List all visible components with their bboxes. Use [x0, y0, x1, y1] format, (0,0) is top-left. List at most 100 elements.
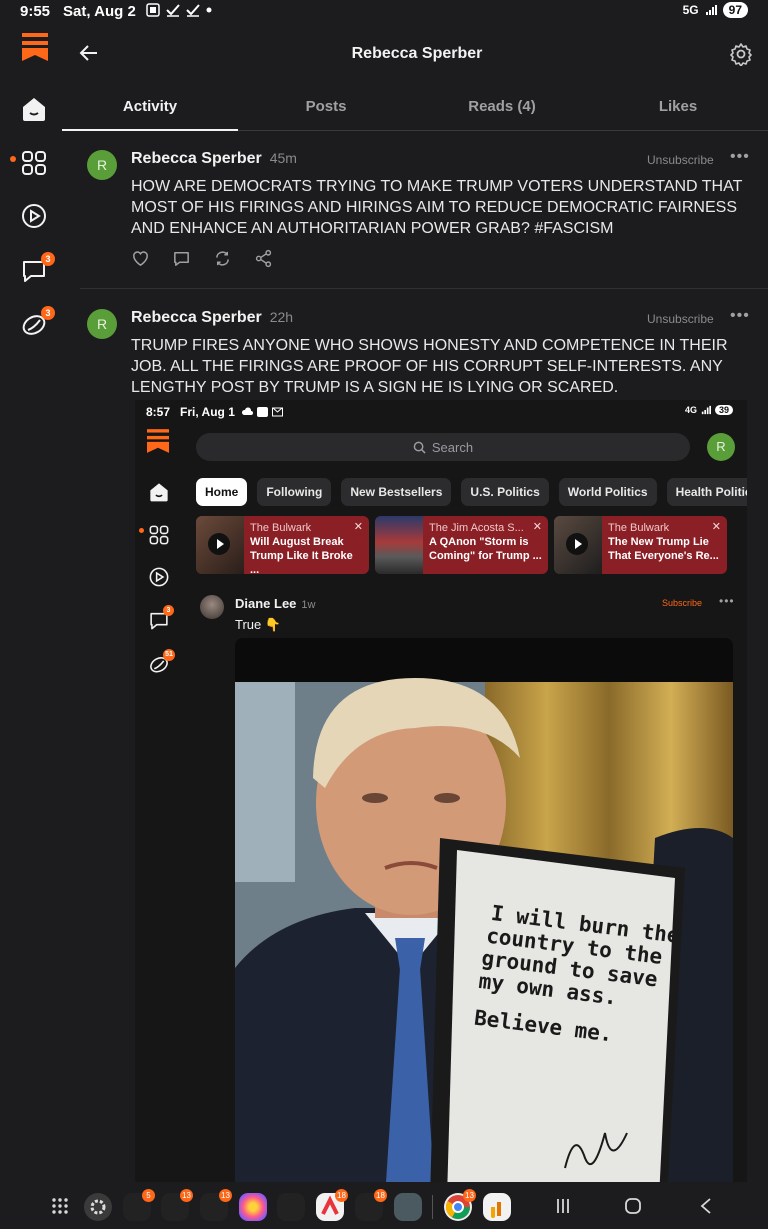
news-app-icon[interactable]: 18 [316, 1189, 348, 1221]
chip-home: Home [196, 478, 248, 506]
system-back-icon[interactable] [698, 1197, 714, 1215]
post-time: 45m [269, 150, 297, 166]
app-badge: 18 [335, 1189, 348, 1202]
status-notification-icons [146, 3, 212, 17]
analytics-app-icon[interactable] [483, 1193, 511, 1221]
more-options-button[interactable]: ••• [730, 148, 750, 166]
search-placeholder: Search [431, 439, 474, 455]
category-chips: Home Following New Bestsellers U.S. Poli… [196, 478, 747, 506]
activity-badge: 51 [163, 649, 175, 661]
app-badge: 13 [219, 1189, 232, 1202]
gear-icon[interactable] [729, 42, 753, 66]
chip-world-politics: World Politics [558, 478, 657, 506]
card-title: The New Trump Lie That Everyone's Re... [608, 536, 719, 562]
embedded-screenshot-image[interactable]: 8:57 Fri, Aug 1 4G 39 3 51 Search R Home [135, 400, 747, 1182]
profile-tabs: Activity Posts Reads (4) Likes [62, 98, 768, 131]
close-icon: ✕ [353, 521, 363, 533]
author-name[interactable]: Rebecca Sperber [131, 309, 262, 326]
embedded-status-time: 8:57 [146, 405, 171, 419]
tab-likes[interactable]: Likes [590, 98, 766, 130]
card-thumbnail [375, 516, 423, 574]
chip-following: Following [257, 478, 332, 506]
play-icon [566, 533, 588, 555]
subscribe-button: Subscribe [662, 598, 703, 608]
card-thumbnail [196, 516, 244, 574]
more-options-button[interactable]: ••• [730, 307, 750, 325]
meme-photo-illustration: I will burn the country to the ground to… [235, 638, 733, 1182]
screenshot-icon [146, 3, 160, 17]
activity-icon[interactable]: 3 [20, 306, 55, 340]
check-icon [166, 4, 180, 17]
divider [80, 288, 768, 289]
app-folder-icon[interactable]: 5 [123, 1189, 155, 1221]
app-notification-icon [257, 407, 268, 417]
page-title: Rebecca Sperber [351, 45, 483, 62]
substack-logo-icon [147, 429, 169, 453]
app-drawer-icon[interactable] [50, 1196, 70, 1216]
share-icon[interactable] [254, 249, 273, 268]
settings-app-icon[interactable] [84, 1193, 112, 1221]
post-actions [131, 249, 273, 268]
status-time: 9:55 [20, 3, 51, 20]
note-text: True 👇 [235, 617, 282, 632]
note-photo: I will burn the country to the ground to… [235, 638, 733, 1182]
activity-badge: 3 [41, 306, 55, 320]
mail-icon [272, 407, 283, 417]
video-card: The Jim Acosta S... A QAnon "Storm is Co… [375, 516, 548, 574]
avatar[interactable]: R [87, 150, 117, 180]
app-folder-icon[interactable]: 18 [355, 1189, 387, 1221]
chip-us-politics: U.S. Politics [461, 478, 549, 506]
chip-health-politics: Health Politic [666, 478, 747, 506]
tab-posts[interactable]: Posts [238, 98, 414, 130]
author-name: Diane Lee [235, 596, 297, 611]
status-date: Sat, Aug 2 [63, 3, 136, 20]
home-icon [148, 481, 170, 503]
chat-icon[interactable]: 3 [20, 252, 55, 286]
video-card: The Bulwark The New Trump Lie That Every… [554, 516, 727, 574]
feed-grid-icon [148, 524, 170, 546]
search-bar: Search [196, 433, 690, 461]
tab-reads[interactable]: Reads (4) [414, 98, 590, 130]
game-app-icon[interactable] [394, 1193, 422, 1221]
play-icon [208, 533, 230, 555]
comment-icon[interactable] [172, 249, 191, 268]
unsubscribe-button[interactable]: Unsubscribe [647, 312, 714, 326]
embedded-status-right: 4G 39 [685, 405, 733, 415]
post-author[interactable]: Rebecca Sperber 45m [131, 150, 297, 168]
activity-icon: 51 [148, 649, 175, 675]
chat-icon: 3 [148, 605, 174, 631]
post-author[interactable]: Rebecca Sperber 22h [131, 309, 293, 327]
recents-icon[interactable] [555, 1198, 571, 1214]
video-cards: The Bulwark Will August Break Trump Like… [196, 516, 727, 574]
chat-badge: 3 [163, 605, 174, 616]
nav-separator [432, 1195, 433, 1219]
photos-app-icon[interactable] [239, 1193, 267, 1221]
dot-icon [206, 7, 212, 13]
app-badge: 13 [180, 1189, 193, 1202]
app-folder-icon[interactable] [277, 1193, 305, 1221]
battery-level: 97 [722, 2, 748, 18]
restack-icon[interactable] [213, 249, 232, 268]
post-time: 22h [269, 309, 294, 325]
video-play-icon[interactable] [20, 202, 50, 232]
heart-icon[interactable] [131, 249, 150, 268]
home-icon[interactable] [20, 95, 50, 125]
search-icon [413, 441, 426, 454]
home-button-icon[interactable] [624, 1197, 642, 1215]
app-folder-icon[interactable]: 13 [200, 1189, 232, 1221]
unsubscribe-button[interactable]: Unsubscribe [647, 153, 714, 167]
avatar[interactable]: R [87, 309, 117, 339]
chrome-app-icon[interactable]: 13 [444, 1189, 476, 1221]
card-thumbnail [554, 516, 602, 574]
card-source: The Bulwark [250, 522, 312, 534]
embedded-status-date: Fri, Aug 1 [180, 405, 235, 419]
status-right: 5G 97 [683, 2, 748, 18]
chip-new-bestsellers: New Bestsellers [341, 478, 452, 506]
author-name[interactable]: Rebecca Sperber [131, 150, 262, 167]
app-folder-icon[interactable]: 13 [161, 1189, 193, 1221]
note-time: 1w [301, 599, 316, 611]
feed-grid-icon[interactable] [20, 149, 50, 179]
card-source: The Bulwark [608, 522, 670, 534]
tab-activity[interactable]: Activity [62, 98, 238, 131]
post-text: HOW ARE DEMOCRATS TRYING TO MAKE TRUMP V… [131, 178, 743, 237]
